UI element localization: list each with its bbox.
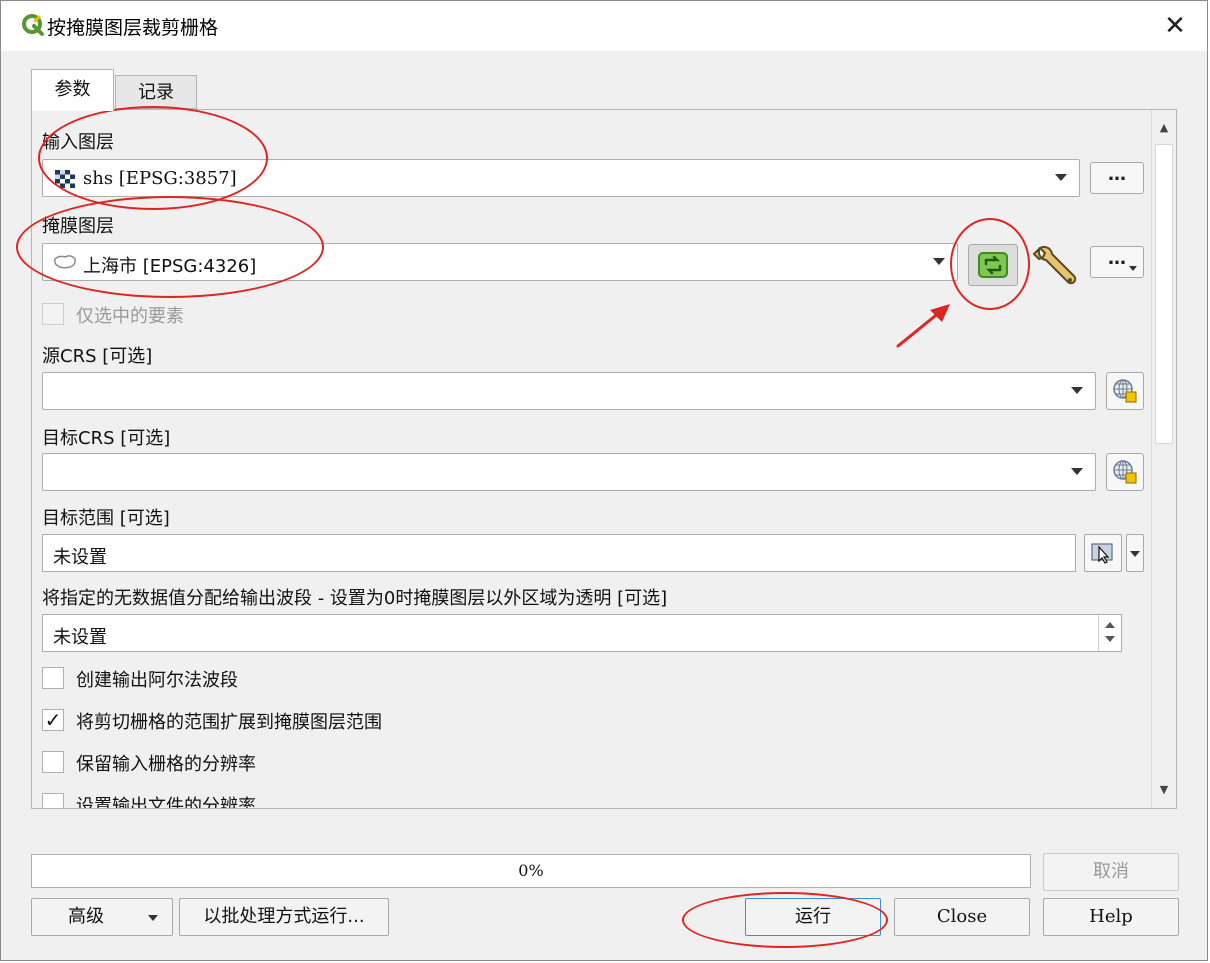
alpha-band-checkbox[interactable]: [42, 667, 64, 689]
map-cursor-icon: [1091, 543, 1113, 564]
progress-bar: 0%: [31, 854, 1031, 888]
mask-layer-value: 上海市 [EPSG:4326]: [83, 256, 257, 277]
target-crs-select-button[interactable]: [1106, 453, 1144, 491]
mask-layer-label: 掩膜图层: [42, 216, 114, 237]
scroll-up-icon[interactable]: ▲: [1152, 116, 1176, 140]
chevron-down-icon: [1071, 387, 1083, 394]
nodata-value: 未设置: [53, 627, 107, 648]
set-resolution-checkbox[interactable]: [42, 793, 64, 808]
chevron-down-icon: [1071, 468, 1083, 475]
input-layer-value: shs [EPSG:3857]: [83, 168, 237, 189]
mask-layer-combo[interactable]: 上海市 [EPSG:4326]: [42, 243, 958, 281]
close-icon: ✕: [1164, 11, 1186, 41]
source-crs-combo[interactable]: [42, 372, 1096, 410]
advanced-label: 高级: [68, 906, 104, 927]
spin-down-icon[interactable]: [1105, 636, 1115, 642]
alpha-band-label: 创建输出阿尔法波段: [76, 670, 238, 691]
nodata-spinner[interactable]: [1098, 615, 1121, 651]
scrollbar-thumb[interactable]: [1155, 144, 1173, 444]
iterate-over-features-button[interactable]: [968, 244, 1018, 286]
vertical-scrollbar[interactable]: ▲ ▼: [1151, 110, 1176, 808]
ellipsis-label: …: [1108, 248, 1126, 269]
chevron-down-icon: [1055, 174, 1067, 181]
scroll-down-icon[interactable]: ▼: [1152, 778, 1176, 802]
nodata-input[interactable]: 未设置: [42, 614, 1122, 652]
input-layer-browse-button[interactable]: …: [1090, 162, 1144, 194]
set-resolution-label: 设置输出文件的分辨率: [76, 796, 256, 808]
spin-up-icon[interactable]: [1105, 622, 1115, 628]
keep-resolution-checkbox[interactable]: [42, 751, 64, 773]
title-bar: 按掩膜图层裁剪栅格 ✕: [1, 1, 1207, 51]
mask-layer-options-button[interactable]: …: [1090, 246, 1144, 278]
raster-layer-icon: [55, 170, 75, 188]
qgis-logo-icon: [22, 14, 44, 36]
target-extent-label: 目标范围 [可选]: [42, 508, 170, 529]
target-extent-value: 未设置: [53, 547, 107, 568]
globe-icon: [1113, 379, 1137, 403]
cancel-button[interactable]: 取消: [1043, 853, 1179, 891]
input-layer-label: 输入图层: [42, 132, 114, 153]
close-window-button[interactable]: ✕: [1155, 7, 1195, 45]
keep-resolution-label: 保留输入栅格的分辨率: [76, 754, 256, 775]
annotation-arrow: [896, 304, 950, 348]
run-as-batch-button[interactable]: 以批处理方式运行...: [179, 898, 389, 936]
selected-only-label: 仅选中的要素: [76, 306, 184, 327]
polygon-layer-icon: [54, 255, 76, 269]
ellipsis-label: …: [1108, 164, 1126, 185]
help-button[interactable]: Help: [1043, 898, 1179, 936]
wrench-icon[interactable]: [1030, 244, 1078, 288]
extend-extent-label: 将剪切栅格的范围扩展到掩膜图层范围: [76, 712, 382, 733]
dialog-window: 按掩膜图层裁剪栅格 ✕ 参数 记录 输入图层 shs [EPSG:3857] ……: [0, 0, 1208, 961]
tab-parameters[interactable]: 参数: [31, 69, 114, 111]
extend-extent-checkbox[interactable]: ✓: [42, 709, 64, 731]
target-extent-input[interactable]: 未设置: [42, 534, 1076, 572]
checkmark-icon: ✓: [44, 708, 62, 732]
input-layer-combo[interactable]: shs [EPSG:3857]: [42, 159, 1080, 197]
close-button[interactable]: Close: [894, 898, 1030, 936]
source-crs-select-button[interactable]: [1106, 372, 1144, 410]
target-crs-label: 目标CRS [可选]: [42, 428, 171, 449]
chevron-down-icon: [933, 258, 945, 265]
tab-log[interactable]: 记录: [115, 75, 197, 109]
parameters-panel: 输入图层 shs [EPSG:3857] … 掩膜图层 上海市 [EPSG:43…: [31, 109, 1177, 809]
nodata-label: 将指定的无数据值分配给输出波段 - 设置为0时掩膜图层以外区域为透明 [可选]: [42, 588, 668, 609]
iterate-icon: [978, 252, 1008, 278]
chevron-down-icon: [1129, 266, 1137, 271]
target-crs-combo[interactable]: [42, 453, 1096, 491]
extent-picker-button[interactable]: [1084, 534, 1122, 572]
globe-icon: [1113, 460, 1137, 484]
selected-only-checkbox[interactable]: [42, 303, 64, 325]
chevron-down-icon: [1130, 551, 1140, 557]
source-crs-label: 源CRS [可选]: [42, 346, 153, 367]
extent-menu-button[interactable]: [1126, 534, 1144, 572]
parameters-scroll-area: 输入图层 shs [EPSG:3857] … 掩膜图层 上海市 [EPSG:43…: [32, 110, 1152, 808]
window-title: 按掩膜图层裁剪栅格: [47, 17, 219, 39]
run-button[interactable]: 运行: [745, 898, 881, 936]
chevron-down-icon: [148, 915, 158, 921]
advanced-button[interactable]: 高级: [31, 898, 173, 936]
progress-label: 0%: [518, 861, 544, 880]
